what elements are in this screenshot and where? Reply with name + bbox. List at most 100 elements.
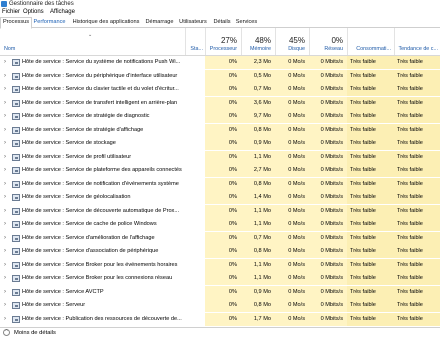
- power-value: Très faible: [347, 164, 394, 177]
- power-trend-value: Très faible: [394, 137, 440, 150]
- col-power[interactable]: Consommati...: [347, 28, 394, 55]
- expand-chevron-icon[interactable]: ›: [4, 194, 8, 200]
- process-name: Hôte de service : Service d'amélioration…: [22, 234, 155, 241]
- power-value: Très faible: [347, 312, 394, 326]
- expand-chevron-icon[interactable]: ›: [4, 302, 8, 308]
- col-disk[interactable]: 45% Disque: [275, 28, 309, 55]
- service-host-icon: [12, 126, 20, 134]
- table-row[interactable]: › Hôte de service : Serveur 0% 0,8 Mo 0 Mo/s…: [0, 299, 440, 312]
- table-row[interactable]: › Hôte de service : Service du clavier ta…: [0, 83, 440, 96]
- tab-services[interactable]: Services: [234, 18, 259, 27]
- menu-bar: Fichier Options Affichage: [0, 8, 440, 17]
- cpu-value: 0%: [205, 204, 241, 218]
- expand-chevron-icon[interactable]: ›: [4, 275, 8, 281]
- power-trend-value: Très faible: [394, 110, 440, 123]
- table-row[interactable]: › Hôte de service : Service Broker pour l…: [0, 258, 440, 272]
- cpu-value: 0%: [205, 164, 241, 177]
- expand-chevron-icon[interactable]: ›: [4, 221, 8, 227]
- power-trend-value: Très faible: [394, 96, 440, 110]
- col-network[interactable]: 0% Réseau: [309, 28, 347, 55]
- expand-chevron-icon[interactable]: ›: [4, 127, 8, 133]
- expand-chevron-icon[interactable]: ›: [4, 316, 8, 322]
- table-row[interactable]: › Hôte de service : Service de notificati…: [0, 177, 440, 191]
- col-name-label: Nom: [4, 46, 16, 52]
- expand-chevron-icon[interactable]: ›: [4, 113, 8, 119]
- expand-chevron-icon[interactable]: ›: [4, 248, 8, 254]
- table-row[interactable]: › Hôte de service : Service de géolocalis…: [0, 191, 440, 204]
- cpu-value: 0%: [205, 299, 241, 312]
- cpu-value: 0%: [205, 245, 241, 258]
- service-host-icon: [12, 86, 20, 93]
- tab-performance[interactable]: Performance: [31, 18, 68, 27]
- fewer-details-link[interactable]: Moins de détails: [14, 328, 56, 338]
- power-value: Très faible: [347, 204, 394, 218]
- disk-value: 0 Mo/s: [275, 56, 309, 69]
- memory-value: 1,4 Mo: [241, 191, 275, 204]
- menu-options[interactable]: Options: [23, 8, 44, 17]
- service-host-icon: [12, 153, 20, 161]
- cpu-total: 27%: [220, 36, 237, 45]
- expand-chevron-icon[interactable]: ›: [4, 262, 8, 268]
- expand-chevron-icon[interactable]: ›: [4, 289, 8, 295]
- expand-chevron-icon[interactable]: ›: [4, 235, 8, 241]
- expand-chevron-icon[interactable]: ›: [4, 154, 8, 160]
- chevron-up-icon[interactable]: ^: [3, 329, 10, 336]
- expand-chevron-icon[interactable]: ›: [4, 86, 8, 92]
- table-row[interactable]: › Hôte de service : Service du périphériq…: [0, 69, 440, 83]
- table-row[interactable]: › Hôte de service : Service de cache de p…: [0, 218, 440, 231]
- expand-chevron-icon[interactable]: ›: [4, 208, 8, 214]
- memory-value: 0,9 Mo: [241, 285, 275, 299]
- tab-demarrage[interactable]: Démarrage: [143, 18, 176, 27]
- col-name[interactable]: ⌄ Nom: [0, 28, 185, 55]
- service-host-icon: [12, 302, 20, 309]
- table-row[interactable]: › Hôte de service : Service de profil uti…: [0, 150, 440, 164]
- tab-utilisateurs[interactable]: Utilisateurs: [176, 18, 210, 27]
- col-cpu[interactable]: 27% Processeur: [205, 28, 241, 55]
- network-value: 0 Mbits/s: [309, 96, 347, 110]
- menu-fichier[interactable]: Fichier: [2, 8, 20, 17]
- power-trend-value: Très faible: [394, 204, 440, 218]
- table-row[interactable]: › Hôte de service : Service d'amélioratio…: [0, 231, 440, 245]
- expand-chevron-icon[interactable]: ›: [4, 167, 8, 173]
- memory-value: 0,7 Mo: [241, 83, 275, 96]
- table-row[interactable]: › Hôte de service : Service de découverte…: [0, 204, 440, 218]
- memory-value: 0,8 Mo: [241, 245, 275, 258]
- power-value: Très faible: [347, 258, 394, 272]
- process-status: [185, 70, 205, 83]
- power-value: Très faible: [347, 245, 394, 258]
- expand-chevron-icon[interactable]: ›: [4, 100, 8, 106]
- service-host-icon: [12, 261, 20, 269]
- power-value: Très faible: [347, 191, 394, 204]
- expand-chevron-icon[interactable]: ›: [4, 140, 8, 146]
- table-row[interactable]: › Hôte de service : Service de stratégie …: [0, 110, 440, 123]
- table-row[interactable]: › Hôte de service : Service du système de…: [0, 56, 440, 69]
- network-value: 0 Mbits/s: [309, 299, 347, 312]
- col-status[interactable]: Sta...: [185, 28, 205, 55]
- process-name: Hôte de service : Service de stratégie d…: [22, 113, 150, 119]
- service-host-icon: [12, 207, 20, 215]
- tab-details[interactable]: Détails: [210, 18, 234, 27]
- table-row[interactable]: › Hôte de service : Service de transfert …: [0, 96, 440, 110]
- process-status: [185, 191, 205, 204]
- cpu-value: 0%: [205, 123, 241, 137]
- cpu-value: 0%: [205, 150, 241, 164]
- process-name: Hôte de service : Publication des ressou…: [22, 315, 182, 322]
- menu-affichage[interactable]: Affichage: [50, 8, 75, 17]
- tab-historique[interactable]: Historique des applications: [69, 18, 143, 27]
- process-name: Hôte de service : Service de profil util…: [22, 153, 132, 160]
- expand-chevron-icon[interactable]: ›: [4, 73, 8, 79]
- expand-chevron-icon[interactable]: ›: [4, 59, 8, 65]
- table-row[interactable]: › Hôte de service : Service de stratégie …: [0, 123, 440, 137]
- col-memory[interactable]: 48% Mémoire: [241, 28, 275, 55]
- table-row[interactable]: › Hôte de service : Service Broker pour l…: [0, 272, 440, 285]
- table-row[interactable]: › Hôte de service : Publication des resso…: [0, 312, 440, 326]
- col-power-trend[interactable]: Tendance de c...: [394, 28, 440, 55]
- cpu-value: 0%: [205, 177, 241, 191]
- network-value: 0 Mbits/s: [309, 83, 347, 96]
- table-row[interactable]: › Hôte de service : Service d'association…: [0, 245, 440, 258]
- table-row[interactable]: › Hôte de service : Service de plateforme…: [0, 164, 440, 177]
- service-host-icon: [12, 315, 20, 323]
- expand-chevron-icon[interactable]: ›: [4, 181, 8, 187]
- table-row[interactable]: › Hôte de service : Service de stockage 0%…: [0, 137, 440, 150]
- table-row[interactable]: › Hôte de service : Service AVCTP 0% 0,9 Mo…: [0, 285, 440, 299]
